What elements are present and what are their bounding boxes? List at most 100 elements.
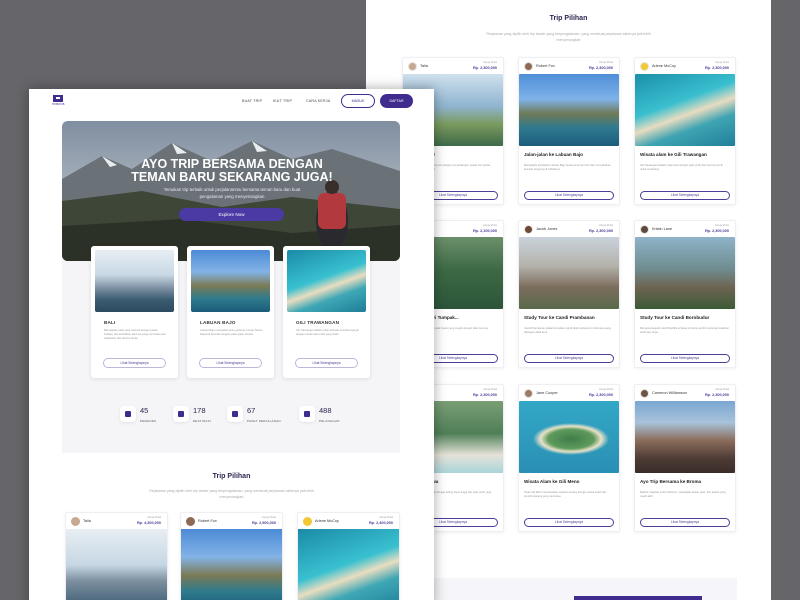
trip-desc: Candi Prambanan adalah kompleks candi Hi… bbox=[524, 327, 611, 335]
destination-title: BALI bbox=[104, 320, 116, 325]
trip-card[interactable]: Robert Fox Harga Mulai Rp. 2,400,000 Jal… bbox=[518, 57, 620, 205]
price: Rp. 2,300,000 bbox=[588, 393, 613, 397]
hero-title: AYO TRIP BERSAMA DENGAN TEMAN BARU SEKAR… bbox=[131, 157, 333, 184]
trip-card[interactable]: Cameron Williamson Harga Mulai Rp. 2,300… bbox=[634, 384, 736, 532]
see-more-button[interactable]: Lihat Selengkapnya bbox=[640, 191, 730, 200]
price-label: Harga Mulai bbox=[262, 516, 276, 519]
destination-photo bbox=[191, 250, 270, 312]
stat-value: 488 bbox=[319, 406, 332, 415]
nav-buat-trip[interactable]: BUAT TRIP bbox=[242, 99, 262, 103]
see-more-button[interactable]: Lihat Selengkapnya bbox=[524, 191, 614, 200]
avatar bbox=[303, 517, 312, 526]
destination-photo bbox=[95, 250, 174, 312]
price: Rp. 4,300,000 bbox=[136, 521, 161, 525]
destination-desc: Bali adalah pulau yang terkenal dengan p… bbox=[104, 329, 166, 341]
leader-name: Arlene McCoy bbox=[652, 64, 676, 68]
see-more-button[interactable]: Lihat Selengkapnya bbox=[640, 354, 730, 363]
users-icon bbox=[299, 406, 315, 422]
footer-button[interactable] bbox=[574, 596, 702, 600]
trip-card[interactable]: Talia Harga Mulai Rp. 4,300,000 bbox=[65, 512, 168, 600]
destination-desc: Gili Trawangan adalah pulau terbesar di … bbox=[296, 329, 359, 337]
avatar bbox=[640, 225, 649, 234]
login-button[interactable]: MASUK bbox=[341, 94, 375, 108]
leader-name: Robert Fox bbox=[198, 519, 217, 523]
see-more-button[interactable]: Lihat Selengkapnya bbox=[524, 354, 614, 363]
price-label: Harga Mulai bbox=[599, 388, 613, 391]
price-label: Harga Mulai bbox=[379, 516, 393, 519]
trip-photo bbox=[181, 529, 282, 600]
trip-photo bbox=[298, 529, 399, 600]
logo[interactable]: HOPEHUB bbox=[52, 95, 64, 107]
leader-name: Kristin Lane bbox=[652, 227, 673, 231]
avatar bbox=[640, 62, 649, 71]
trip-title: Jalan-jalan ke Labuan Bajo bbox=[524, 152, 583, 157]
price: Rp. 2,400,000 bbox=[588, 66, 613, 70]
stat-label: DESTINASI bbox=[193, 419, 211, 423]
price-label: Harga Mulai bbox=[599, 224, 613, 227]
logo-text: HOPEHUB bbox=[52, 103, 65, 106]
price: Rp. 2,300,000 bbox=[472, 393, 497, 397]
avatar bbox=[640, 389, 649, 398]
price-label: Harga Mulai bbox=[715, 224, 729, 227]
trip-desc: Melihat matahari terbit di Bromo, menjel… bbox=[640, 491, 726, 499]
destination-card-gili-trawangan[interactable]: GILI TRAWANGAN Gili Trawangan adalah pul… bbox=[283, 246, 370, 378]
trip-card[interactable]: Robert Fox Harga Mulai Rp. 2,500,000 bbox=[180, 512, 283, 600]
register-button[interactable]: DAFTAR bbox=[380, 94, 413, 108]
trip-desc: Menjelajahi keindahan Labuan Bajo bersam… bbox=[524, 164, 611, 172]
trip-card[interactable]: Jacob Jones Harga Mulai Rp. 2,300,000 St… bbox=[518, 220, 620, 368]
trip-title: Wisata Alam ke Gili Meno bbox=[524, 479, 580, 484]
trip-card[interactable]: Kristin Lane Harga Mulai Rp. 2,300,000 S… bbox=[634, 220, 736, 368]
price: Rp. 2,300,000 bbox=[704, 393, 729, 397]
see-more-button[interactable]: Lihat Selengkapnya bbox=[103, 358, 166, 368]
leader-name: Jacob Jones bbox=[536, 227, 558, 231]
front-page-preview: HOPEHUB BUAT TRIP IKUT TRIP CARA KERJA M… bbox=[29, 89, 434, 600]
trip-title: Study Tour ke Candi Borobudur bbox=[640, 315, 710, 320]
building-icon bbox=[227, 406, 243, 422]
leader-name: Cameron Williamson bbox=[652, 391, 688, 395]
avatar bbox=[186, 517, 195, 526]
trip-card[interactable]: Arlene McCoy Harga Mulai Rp. 2,400,000 bbox=[297, 512, 400, 600]
see-more-button[interactable]: Lihat Selengkapnya bbox=[295, 358, 358, 368]
see-more-button[interactable]: Lihat Selengkapnya bbox=[524, 518, 614, 527]
trip-photo bbox=[635, 237, 735, 309]
nav-cara-kerja[interactable]: CARA KERJA bbox=[306, 99, 330, 103]
destination-photo bbox=[287, 250, 366, 312]
price-label: Harga Mulai bbox=[483, 224, 497, 227]
price-label: Harga Mulai bbox=[715, 61, 729, 64]
avatar bbox=[71, 517, 80, 526]
leader-name: Robert Fox bbox=[536, 64, 555, 68]
stat-label: PEMANDU bbox=[140, 419, 157, 423]
trip-card[interactable]: Jane Cooper Harga Mulai Rp. 2,300,000 Wi… bbox=[518, 384, 620, 532]
see-more-button[interactable]: Lihat Selengkapnya bbox=[199, 358, 262, 368]
section-title: Trip Pilihan bbox=[549, 15, 588, 22]
destination-card-bali[interactable]: BALI Bali adalah pulau yang terkenal den… bbox=[91, 246, 178, 378]
trip-photo bbox=[519, 401, 619, 473]
trip-photo bbox=[519, 237, 619, 309]
section-subtitle: Perjalanan yang dipilih oleh trip leader… bbox=[486, 32, 651, 42]
trip-title: Study Tour ke Candi Prambanan bbox=[524, 315, 595, 320]
explore-button[interactable]: Explore Now bbox=[179, 208, 284, 221]
price: Rp. 2,100,000 bbox=[472, 229, 497, 233]
price: Rp. 2,400,000 bbox=[368, 521, 393, 525]
destination-desc: Labuan Bajo merupakan pintu gerbang menu… bbox=[200, 329, 263, 337]
trip-photo bbox=[635, 401, 735, 473]
hero-banner: AYO TRIP BERSAMA DENGAN TEMAN BARU SEKAR… bbox=[62, 121, 400, 261]
guide-icon bbox=[120, 406, 136, 422]
see-more-button[interactable]: Lihat Selengkapnya bbox=[640, 518, 730, 527]
price: Rp. 2,300,000 bbox=[704, 66, 729, 70]
stat-label: PELANGGAN bbox=[319, 419, 340, 423]
trip-card[interactable]: Arlene McCoy Harga Mulai Rp. 2,300,000 W… bbox=[634, 57, 736, 205]
price-label: Harga Mulai bbox=[599, 61, 613, 64]
destination-title: LABUAN BAJO bbox=[200, 320, 236, 325]
nav-ikut-trip[interactable]: IKUT TRIP bbox=[273, 99, 292, 103]
avatar bbox=[524, 62, 533, 71]
stat-value: 178 bbox=[193, 406, 206, 415]
price: Rp. 2,300,000 bbox=[704, 229, 729, 233]
map-icon bbox=[173, 406, 189, 422]
destination-card-labuan-bajo[interactable]: LABUAN BAJO Labuan Bajo merupakan pintu … bbox=[187, 246, 274, 378]
trip-desc: Pulau Gili Meno menawarkan suasana tenan… bbox=[524, 491, 607, 499]
avatar bbox=[524, 389, 533, 398]
section-title: Trip Pilihan bbox=[212, 473, 251, 480]
trip-title: Wisata alam ke Gili Trawangan bbox=[640, 152, 707, 157]
leader-name: Arlene McCoy bbox=[315, 519, 339, 523]
